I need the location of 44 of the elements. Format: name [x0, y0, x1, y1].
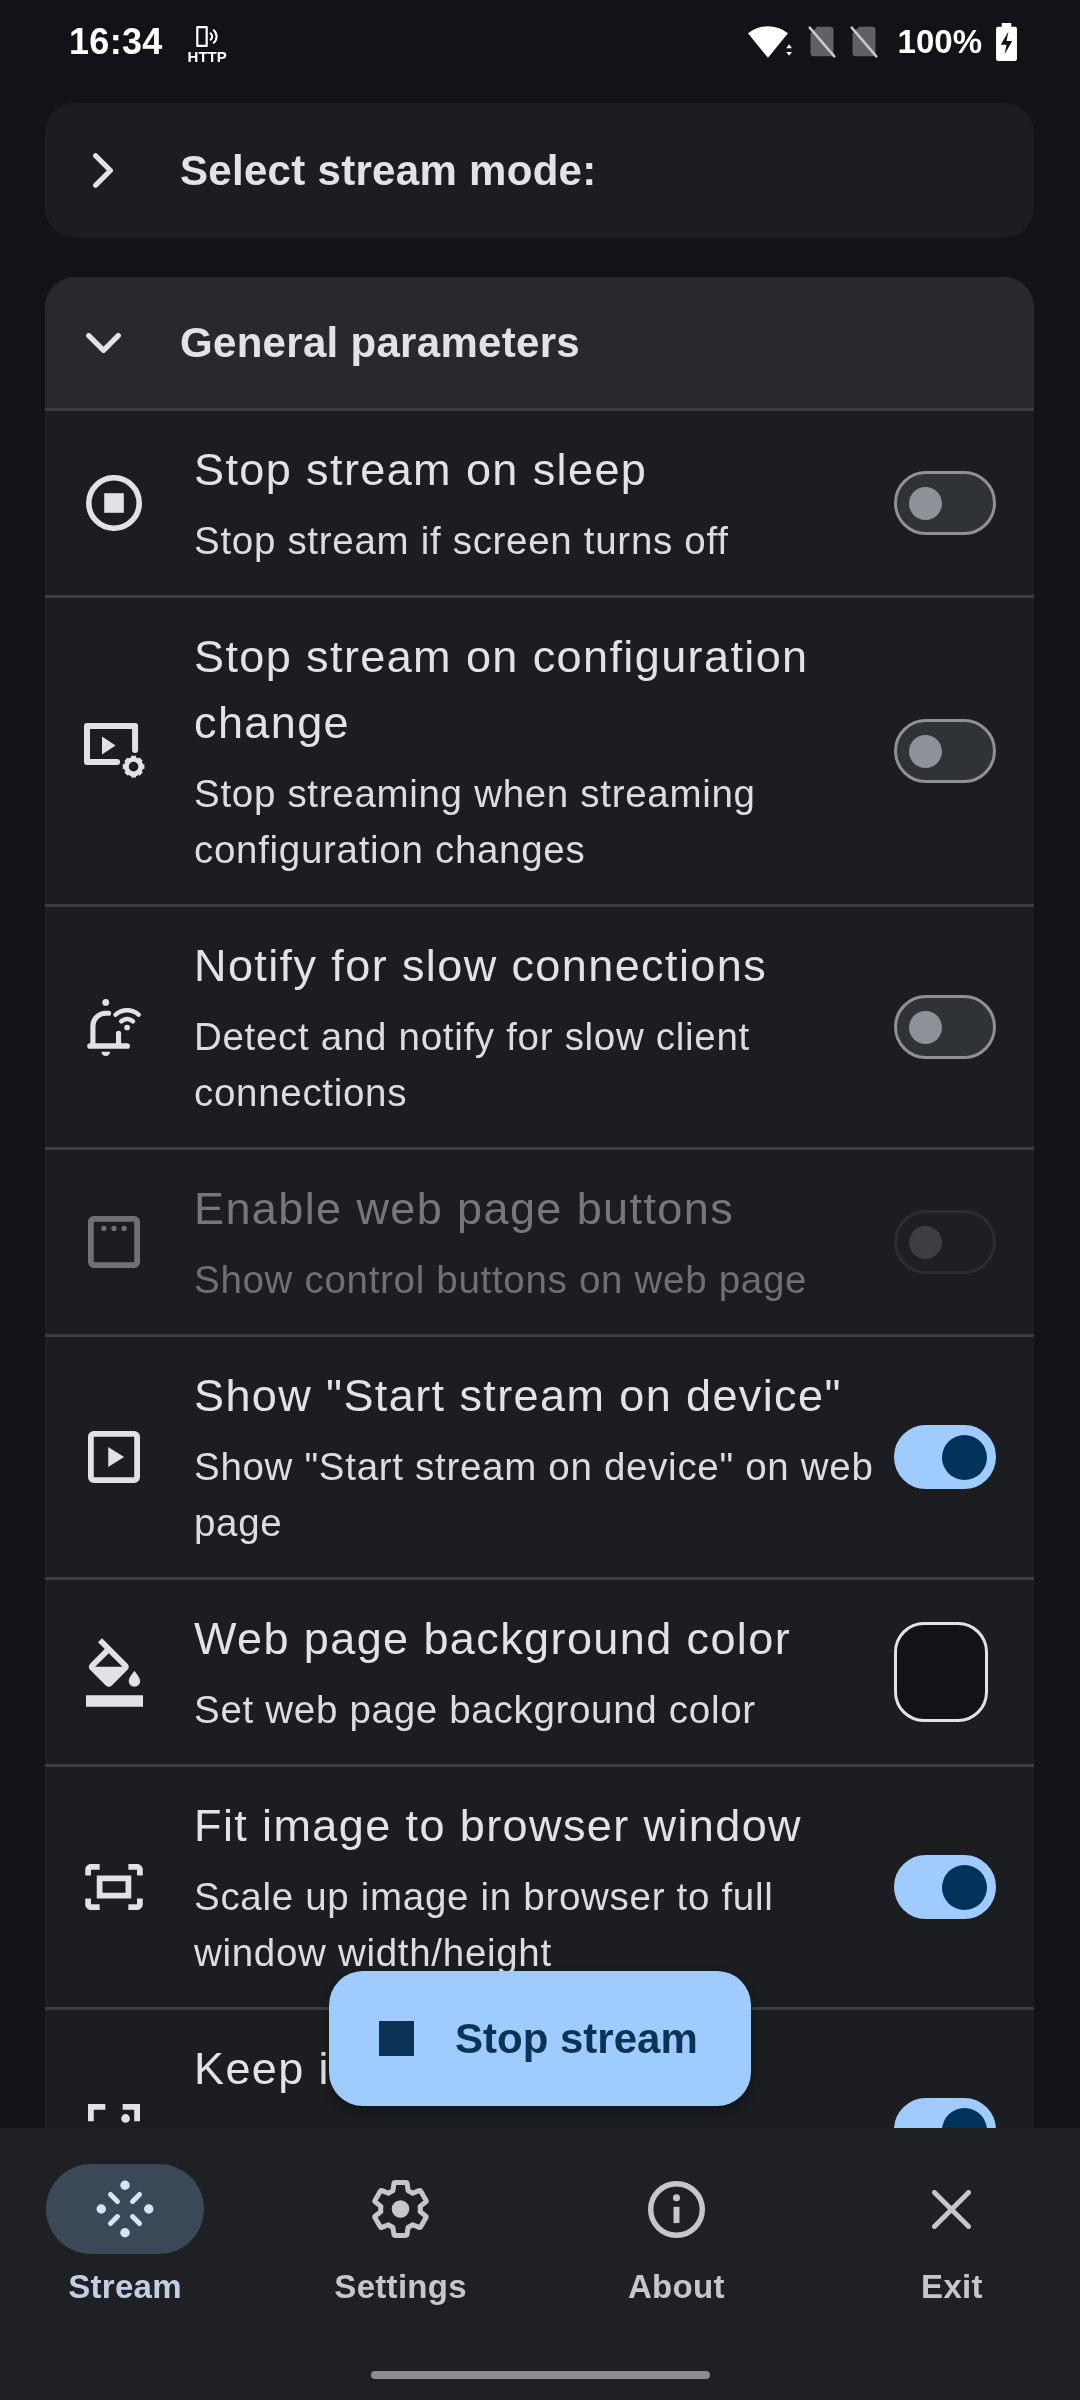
video-gear-icon — [83, 723, 145, 779]
setting-description: Set web page background color — [194, 1687, 756, 1733]
setting-title: Stop stream on configuration change — [194, 630, 810, 750]
setting-title: Notify for slow connections — [194, 939, 768, 993]
bell-signal-icon — [87, 998, 141, 1056]
browser-window-icon — [88, 1216, 140, 1268]
status-time: 16:34 — [69, 22, 163, 62]
no-sim-icon — [807, 26, 836, 58]
wifi-icon — [747, 26, 792, 58]
info-icon — [647, 2180, 705, 2238]
section-title: Select stream mode: — [180, 145, 597, 196]
color-swatch-icon[interactable] — [894, 1622, 988, 1722]
setting-title: Show "Start stream on device" — [194, 1369, 842, 1423]
setting-description: Show "Start stream on device" on web page — [194, 1444, 875, 1546]
setting-title: Web page background color — [194, 1612, 792, 1666]
stop-circle-icon — [86, 475, 142, 531]
toggle-switch[interactable] — [894, 471, 996, 535]
section-card[interactable]: Select stream mode: — [45, 103, 1034, 238]
paint-bucket-icon — [85, 1637, 143, 1707]
close-icon — [932, 2189, 972, 2229]
nav-tab[interactable]: Exit — [851, 2164, 1052, 2309]
battery-level: 100% — [897, 22, 982, 62]
setting-description: Detect and notify for slow client connections — [194, 1014, 751, 1116]
setting-title: Fit image to browser window — [194, 1799, 802, 1853]
floating-action-button[interactable]: Stop stream — [329, 1971, 751, 2106]
http-label: HTTP — [187, 50, 227, 64]
setting-title: Keep i — [194, 2042, 330, 2096]
setting-description: Stop stream if screen turns off — [194, 518, 729, 564]
fit-screen-icon — [85, 1864, 143, 1910]
nav-tab[interactable]: Stream — [25, 2164, 225, 2309]
nav-tab[interactable]: About — [576, 2164, 777, 2309]
phone-waves-icon — [196, 26, 219, 47]
setting-description: Stop streaming when streaming configuration changes — [194, 771, 757, 873]
battery-charging-icon — [996, 23, 1017, 61]
setting-title: Stop stream on sleep — [194, 443, 648, 497]
section-title: General parameters — [180, 317, 580, 368]
settings-icon — [372, 2179, 430, 2239]
nav-tab[interactable]: Settings — [300, 2164, 501, 2309]
setting-description: Show control buttons on web page — [194, 1257, 808, 1303]
setting-title: Enable web page buttons — [194, 1182, 735, 1236]
stop-icon — [379, 2021, 414, 2056]
section-header[interactable]: General parameters — [45, 277, 1034, 411]
play-square-icon — [88, 1431, 140, 1483]
no-sim-icon — [849, 26, 878, 58]
